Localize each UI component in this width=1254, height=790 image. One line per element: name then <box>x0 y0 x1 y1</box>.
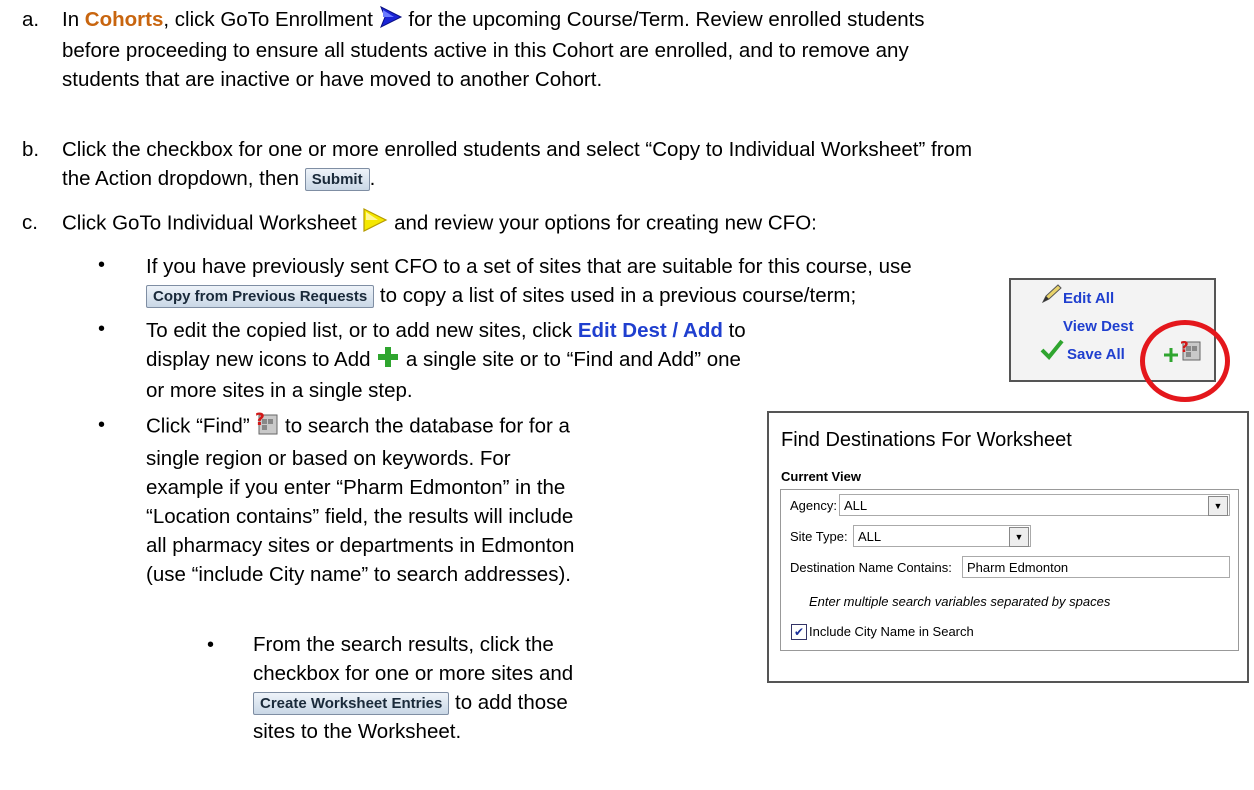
search-hint: Enter multiple search variables separate… <box>809 594 1111 609</box>
goto-worksheet-icon[interactable] <box>362 208 388 240</box>
agency-label: Agency: <box>790 498 837 513</box>
step-a-text-before: In <box>62 8 85 31</box>
step-a-line2: before proceeding to ensure all students… <box>62 38 909 62</box>
goto-enrollment-icon[interactable] <box>379 5 403 36</box>
step-c-text-after: and review your options for creating new… <box>388 211 817 235</box>
site-type-label: Site Type: <box>790 529 848 544</box>
bullet-2-marker: • <box>98 318 106 340</box>
submit-button[interactable]: Submit <box>304 168 370 192</box>
bullet-2-line1-before: To edit the copied list, or to add new s… <box>146 319 578 342</box>
bullet-3-line4: “Location contains” field, the results w… <box>146 505 574 528</box>
find-icon[interactable]: ? <box>255 410 279 444</box>
view-dest-link[interactable]: View Dest <box>1063 318 1134 335</box>
step-c-text: Click GoTo Individual Worksheet and revi… <box>62 208 817 240</box>
bullet-3-line2: single region or based on keywords. For <box>146 447 511 470</box>
bullet-3-line6: (use “include City name” to search addre… <box>146 563 571 586</box>
checkmark-icon <box>1039 338 1065 366</box>
site-type-value: ALL <box>858 529 882 544</box>
highlight-circle <box>1140 320 1230 402</box>
chevron-down-icon: ▼ <box>1009 527 1029 547</box>
pencil-icon <box>1041 284 1063 310</box>
step-a-text-after: , click GoTo Enrollment <box>163 8 373 31</box>
add-plus-icon[interactable] <box>376 346 400 376</box>
bullet-2-line3: or more sites in a single step. <box>146 378 413 402</box>
agency-select[interactable]: ALL ▼ <box>839 494 1230 516</box>
step-a-text: In Cohorts, click GoTo Enrollment for th… <box>62 5 1242 94</box>
current-view-panel: Agency: ALL ▼ Site Type: ALL ▼ Destinati… <box>780 489 1239 651</box>
bullet-2-line2-before: display new icons to Add <box>146 348 371 371</box>
cohorts-link[interactable]: Cohorts <box>85 8 164 31</box>
sub-bullet-line1: From the search results, click the <box>253 633 554 656</box>
current-view-heading: Current View <box>781 469 861 484</box>
bullet-3-line1-before: Click “Find” <box>146 414 250 438</box>
sub-bullet-line4: sites to the Worksheet. <box>253 720 462 743</box>
bullet-3-line1-after: to search the database for for a <box>279 414 570 438</box>
include-city-label: Include City Name in Search <box>809 624 974 639</box>
bullet-2-text: To edit the copied list, or to add new s… <box>146 316 746 405</box>
sub-bullet-line2: checkbox for one or more sites and <box>253 662 574 685</box>
step-a-letter: a. <box>22 8 40 31</box>
bullet-1-line2-after: to copy a list of sites used in a previo… <box>374 284 857 307</box>
bullet-1-marker: • <box>98 254 106 276</box>
step-c-text-before: Click GoTo Individual Worksheet <box>62 211 357 235</box>
sub-bullet-text: From the search results, click the check… <box>253 630 573 746</box>
step-c-letter: c. <box>22 211 38 234</box>
bullet-3-text: Click “Find” ? to search the database fo… <box>146 410 574 589</box>
bullet-1-line1: If you have previously sent CFO to a set… <box>146 255 912 278</box>
edit-all-link[interactable]: Edit All <box>1063 290 1114 307</box>
step-b-letter: b. <box>22 138 40 161</box>
save-all-link[interactable]: Save All <box>1067 346 1125 363</box>
step-a-line3: students that are inactive or have moved… <box>62 67 603 91</box>
sub-bullet-line3-after: to add those <box>449 691 568 714</box>
destination-name-label: Destination Name Contains: <box>790 560 952 575</box>
site-type-select[interactable]: ALL ▼ <box>853 525 1031 547</box>
bullet-2-line2-after: a single site or to “Find and Add” one <box>400 348 741 371</box>
agency-value: ALL <box>844 498 868 513</box>
step-a-line1-rest: for the upcoming Course/Term. Review enr… <box>402 8 925 31</box>
bullet-1-text: If you have previously sent CFO to a set… <box>146 252 912 310</box>
sub-bullet-marker: • <box>207 634 215 656</box>
bullet-3-line5: all pharmacy sites or departments in Edm… <box>146 534 575 557</box>
bullet-3-marker: • <box>98 414 106 436</box>
create-worksheet-entries-button[interactable]: Create Worksheet Entries <box>253 692 450 716</box>
edit-dest-add-link[interactable]: Edit Dest / Add <box>578 319 723 342</box>
copy-from-previous-requests-button[interactable]: Copy from Previous Requests <box>146 285 375 309</box>
step-b-line2-after: . <box>369 167 376 190</box>
svg-text:?: ? <box>255 410 265 430</box>
step-b-line1: Click the checkbox for one or more enrol… <box>62 138 973 161</box>
include-city-checkbox[interactable]: ✔ <box>791 624 807 640</box>
bullet-2-line1-after: to <box>722 319 746 342</box>
find-dialog-title: Find Destinations For Worksheet <box>781 429 1072 451</box>
chevron-down-icon: ▼ <box>1208 496 1228 516</box>
find-destinations-dialog: Find Destinations For Worksheet Current … <box>767 411 1249 683</box>
bullet-3-line3: example if you enter “Pharm Edmonton” in… <box>146 476 566 499</box>
step-b-line2-before: the Action dropdown, then <box>62 167 300 190</box>
step-b-text: Click the checkbox for one or more enrol… <box>62 135 1242 193</box>
destination-name-input[interactable]: Pharm Edmonton <box>962 556 1230 578</box>
